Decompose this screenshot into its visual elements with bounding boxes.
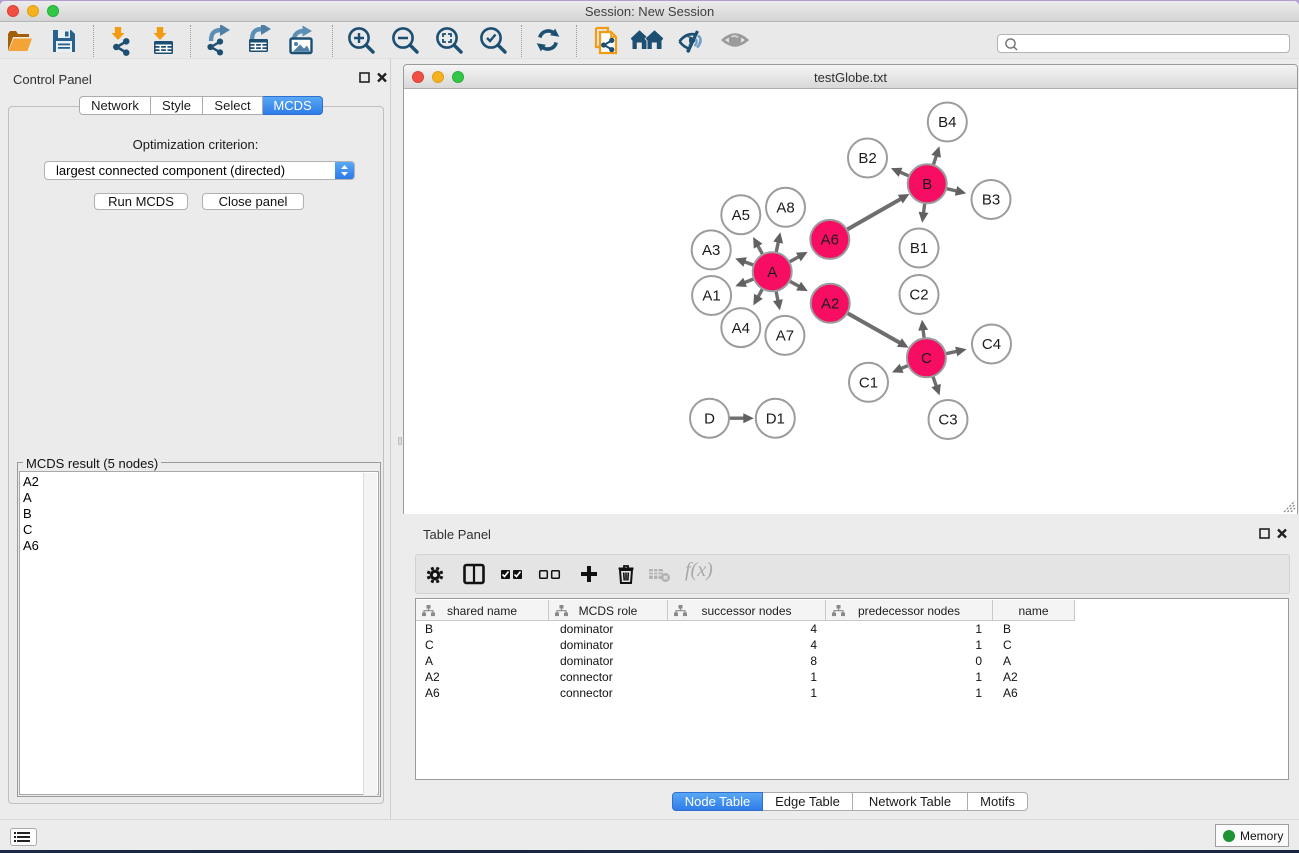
svg-text:D: D bbox=[704, 410, 715, 427]
svg-text:A6: A6 bbox=[821, 232, 839, 249]
svg-text:B4: B4 bbox=[938, 114, 956, 131]
svg-text:C2: C2 bbox=[909, 287, 928, 304]
svg-text:A2: A2 bbox=[821, 296, 839, 313]
svg-text:B: B bbox=[922, 176, 932, 193]
svg-text:C: C bbox=[921, 350, 932, 367]
svg-text:A: A bbox=[767, 264, 777, 281]
svg-text:B1: B1 bbox=[910, 240, 928, 257]
svg-text:A7: A7 bbox=[776, 328, 794, 345]
svg-text:A5: A5 bbox=[732, 207, 750, 224]
svg-text:A8: A8 bbox=[776, 200, 794, 217]
svg-text:A3: A3 bbox=[702, 242, 720, 259]
svg-text:B2: B2 bbox=[858, 150, 876, 167]
svg-text:D1: D1 bbox=[766, 410, 785, 427]
svg-text:B3: B3 bbox=[982, 192, 1000, 209]
svg-text:C3: C3 bbox=[938, 412, 957, 429]
svg-text:A1: A1 bbox=[702, 288, 720, 305]
svg-text:A4: A4 bbox=[732, 320, 750, 337]
svg-text:C4: C4 bbox=[982, 336, 1001, 353]
svg-text:C1: C1 bbox=[859, 375, 878, 392]
